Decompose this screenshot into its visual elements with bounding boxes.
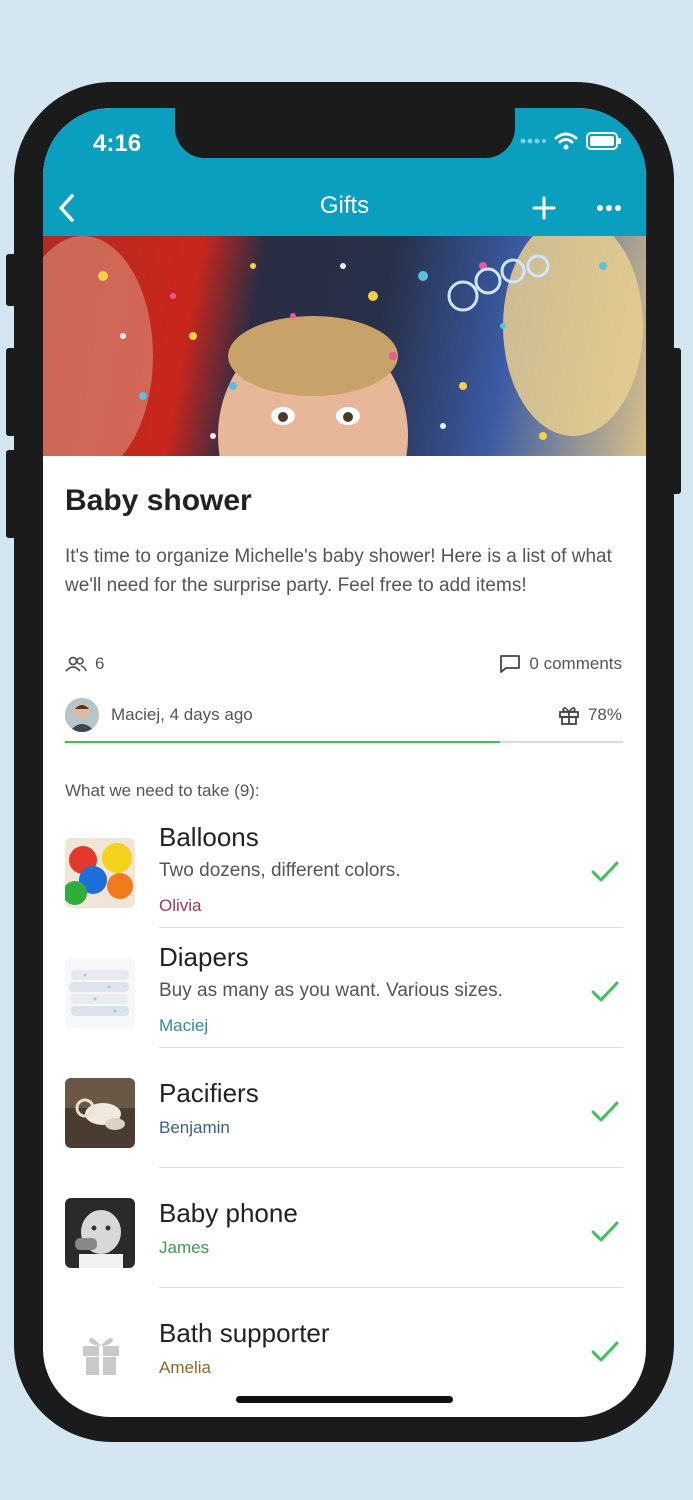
progress-bar-fill [65, 741, 501, 743]
signal-icon [520, 138, 546, 144]
comment-icon [500, 655, 521, 673]
check-icon[interactable] [590, 1216, 620, 1246]
phone-side-button [671, 348, 681, 494]
gift-icon [83, 1338, 119, 1375]
item-assignee: James [159, 1238, 210, 1257]
item-name: Balloons [159, 822, 259, 852]
item-thumbnail-balloons [65, 838, 135, 908]
item-thumbnail-gift-placeholder [65, 1318, 135, 1388]
event-content: Baby shower It's time to organize Michel… [43, 456, 646, 1417]
item-description: Buy as many as you want. Various sizes. [159, 980, 503, 1001]
event-stats-row: 6 0 comments [65, 654, 622, 674]
comments-link[interactable]: 0 comments [499, 654, 622, 674]
status-icons [520, 132, 622, 150]
gift-progress: 78% [558, 705, 622, 725]
progress-percent: 78% [587, 705, 622, 724]
phone-side-button [6, 450, 16, 538]
add-button[interactable] [524, 188, 564, 228]
item-assignee: Benjamin [159, 1118, 230, 1137]
phone-side-button [6, 348, 16, 436]
participants[interactable]: 6 [65, 654, 104, 674]
item-name: Baby phone [159, 1198, 298, 1228]
check-icon[interactable] [590, 856, 620, 886]
battery-icon [586, 132, 621, 150]
list-item[interactable]: Diapers Buy as many as you want. Various… [43, 928, 646, 1048]
participants-count: 6 [95, 654, 105, 673]
item-name: Diapers [159, 942, 249, 972]
item-thumbnail-baby-phone [65, 1198, 135, 1268]
item-thumbnail-pacifiers [65, 1078, 135, 1148]
avatar[interactable] [65, 698, 99, 732]
screen: 4:16 Gifts Baby shower It's time to orga… [43, 108, 646, 1417]
list-item[interactable]: Pacifiers Benjamin [43, 1048, 646, 1168]
confetti-illustration [43, 236, 643, 456]
item-thumbnail-diapers [65, 958, 135, 1028]
phone-side-button [6, 254, 16, 306]
people-icon [65, 656, 87, 672]
author-progress-row: Maciej, 4 days ago 78% [65, 698, 622, 732]
author-info: Maciej, 4 days ago [65, 698, 253, 732]
more-button[interactable] [589, 188, 629, 228]
item-assignee: Amelia [159, 1358, 211, 1377]
comments-count: 0 comments [529, 654, 622, 673]
event-description: It's time to organize Michelle's baby sh… [65, 546, 612, 596]
section-label: What we need to take (9): [65, 781, 260, 800]
list-item[interactable]: Bath supporter Amelia [43, 1288, 646, 1408]
more-icon [597, 205, 621, 211]
event-cover-image [43, 236, 646, 456]
item-name: Bath supporter [159, 1318, 330, 1348]
wifi-icon [554, 132, 578, 150]
list-item[interactable]: Balloons Two dozens, different colors. O… [43, 808, 646, 928]
item-name: Pacifiers [159, 1078, 259, 1108]
item-assignee: Olivia [159, 896, 202, 915]
list-item[interactable]: Baby phone James [43, 1168, 646, 1288]
status-time: 4:16 [93, 130, 142, 157]
author-text: Maciej, 4 days ago [111, 705, 253, 724]
check-icon[interactable] [590, 976, 620, 1006]
gift-icon [559, 707, 579, 725]
status-bar: 4:16 [43, 108, 646, 180]
home-indicator[interactable] [236, 1396, 453, 1403]
progress-bar [65, 741, 623, 743]
item-description: Two dozens, different colors. [159, 860, 401, 881]
check-icon[interactable] [590, 1096, 620, 1126]
plus-icon [532, 196, 556, 220]
item-assignee: Maciej [159, 1016, 209, 1035]
nav-bar: Gifts [43, 180, 646, 236]
check-icon[interactable] [590, 1336, 620, 1366]
event-title: Baby shower [65, 484, 252, 517]
notch [175, 108, 515, 158]
